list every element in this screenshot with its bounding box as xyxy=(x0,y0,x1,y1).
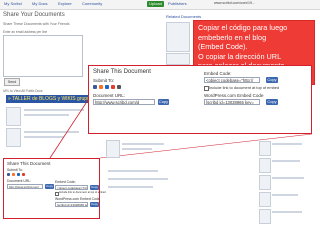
document-url-label: Document URL: xyxy=(93,93,126,98)
include-link-label: Include link to document at top of embed xyxy=(209,85,280,90)
copy-url-button[interactable]: Copy xyxy=(45,184,54,189)
feed-text-line xyxy=(24,136,64,138)
doc-thumbnail[interactable] xyxy=(166,22,190,52)
more-share-icon[interactable] xyxy=(117,85,121,89)
delicious-icon[interactable] xyxy=(17,173,20,176)
upload-button[interactable]: Upload xyxy=(147,1,164,7)
related-doc-line xyxy=(272,211,302,213)
taller-banner[interactable]: » TALLER de BLOGS y WIKIS grupo xyxy=(6,95,94,103)
email-textarea[interactable] xyxy=(3,35,83,77)
nav-item-my-docs[interactable]: My Docs xyxy=(32,1,48,6)
nav-item-community[interactable]: Community xyxy=(82,1,102,6)
doc-thumbnail[interactable] xyxy=(259,209,271,224)
document-url-input[interactable]: http://www.scribd.com/ xyxy=(7,184,43,189)
share-docs-subtitle: Share These Documents with Your Friends xyxy=(3,22,70,26)
copy-wordpress-button[interactable]: Copy xyxy=(90,202,99,207)
stumbleupon-icon[interactable] xyxy=(22,173,25,176)
include-link-label: Include link to document at top of embed xyxy=(59,191,106,194)
related-doc-line xyxy=(272,194,298,196)
digg-icon[interactable] xyxy=(12,173,15,176)
related-doc-line xyxy=(272,143,302,145)
doc-thumbnail[interactable] xyxy=(259,175,271,190)
doc-thumbnail[interactable] xyxy=(106,140,120,158)
feed-text-line xyxy=(122,143,164,145)
feed-thumbnail[interactable] xyxy=(6,107,21,126)
facebook-icon[interactable] xyxy=(93,85,97,89)
feed-text-line xyxy=(122,148,152,150)
copy-embed-button[interactable]: Copy xyxy=(266,77,278,83)
facebook-icon[interactable] xyxy=(7,173,10,176)
share-panel-title: Share This Document xyxy=(7,161,51,166)
doc-thumbnail[interactable] xyxy=(259,141,271,156)
page-text-line xyxy=(108,186,153,188)
share-document-panel-small: Share This Document Submit To: Document … xyxy=(3,158,106,219)
share-panel-title: Share This Document xyxy=(93,69,151,75)
copy-url-button[interactable]: Copy xyxy=(158,99,169,105)
embed-code-label: Embed Code: xyxy=(55,180,76,184)
embed-code-input[interactable]: <object codebase="http xyxy=(55,185,88,190)
share-document-panel-large: Share This Document Submit To: Document … xyxy=(88,65,312,134)
related-doc-line xyxy=(272,177,304,179)
stumbleupon-icon[interactable] xyxy=(111,85,115,89)
wordpress-embed-label: WordPress.com Embed Code xyxy=(55,197,100,201)
send-button[interactable]: Send xyxy=(4,78,20,86)
copy-embed-button[interactable]: Copy xyxy=(90,185,99,190)
embed-code-input[interactable]: <object codebase="http:// xyxy=(204,77,260,83)
document-url-input[interactable]: http://www.scribd.com/d xyxy=(93,99,155,105)
wordpress-embed-label: WordPress.com Embed Code xyxy=(204,93,264,98)
url-readout: www.scribd.com/user/19... xyxy=(214,1,255,5)
feed-thumbnail[interactable] xyxy=(6,128,21,147)
doc-thumbnail[interactable] xyxy=(259,158,271,173)
doc-thumbnail[interactable] xyxy=(166,53,190,65)
submit-to-label: Submit To: xyxy=(7,168,23,172)
submit-to-label: Submit To: xyxy=(93,78,115,83)
feed-text-line xyxy=(24,131,79,133)
nav-item-my-scribd[interactable]: My Scribd xyxy=(4,1,22,6)
embed-code-label: Embed Code: xyxy=(204,71,232,76)
delicious-icon[interactable] xyxy=(105,85,109,89)
email-prompt: Enter an email address per line xyxy=(3,30,48,34)
page-text-line xyxy=(108,170,158,172)
nav-item-publishers[interactable]: Publishers xyxy=(168,1,187,6)
copy-wordpress-button[interactable]: Copy xyxy=(266,99,278,105)
doc-thumbnail[interactable] xyxy=(259,192,271,207)
document-url-label: Document URL: xyxy=(7,179,32,183)
page-text-line xyxy=(108,178,168,180)
related-doc-line xyxy=(272,160,300,162)
wordpress-embed-input[interactable]: [scribd id=13028965 key= xyxy=(204,99,260,105)
url-all-docs-label: URL to View All Public Docs xyxy=(3,89,43,93)
left-share-section: Share Your Documents Share These Documen… xyxy=(3,12,93,93)
connector-line xyxy=(99,133,313,159)
related-docs-header: Related Documents xyxy=(166,14,202,19)
digg-icon[interactable] xyxy=(99,85,103,89)
feed-text-line xyxy=(24,109,84,111)
nav-item-explore[interactable]: Explore xyxy=(58,1,72,6)
top-nav-bar: My Scribd My Docs Explore Community Uplo… xyxy=(0,0,320,10)
feed-text-line xyxy=(24,114,69,116)
share-docs-title: Share Your Documents xyxy=(3,12,65,18)
wordpress-embed-input[interactable]: [scribd id=13028965 key= xyxy=(55,202,88,207)
